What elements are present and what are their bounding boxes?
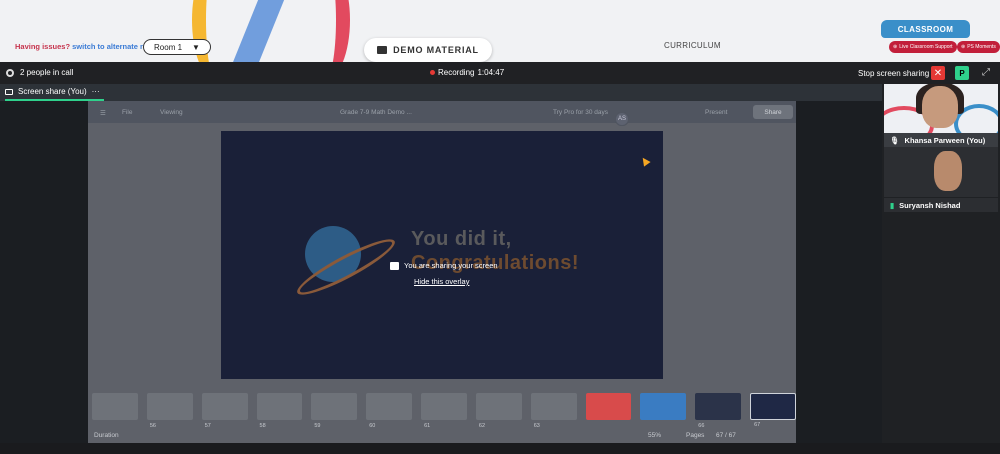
slide-thumbnail	[92, 393, 138, 420]
slide-thumbnail: 59	[311, 393, 358, 429]
try-pro-link: Try Pro for 30 days	[553, 109, 609, 116]
zoom-level: 55%	[648, 432, 662, 439]
participant-name: Khansa Parween (You)	[904, 135, 986, 145]
demo-material-label: DEMO MATERIAL	[393, 45, 479, 55]
viewing-mode: Viewing	[160, 109, 183, 116]
ps-moments-button[interactable]: ⊛ PS Moments	[957, 41, 1000, 53]
participants-panel: 🎙 Khansa Parween (You) ▮ Suryansh Nishad	[882, 84, 1000, 443]
slide-thumbnail: 66	[695, 393, 742, 429]
monitor-icon	[5, 88, 13, 95]
shared-screen: ☰ File Viewing Grade 7-9 Math Demo ... T…	[88, 101, 797, 443]
people-count: 2 people in call	[20, 68, 74, 77]
slide-thumbnail	[640, 393, 687, 420]
moments-icon: ⊛	[961, 44, 966, 50]
slide-thumbnail: 57	[201, 393, 248, 429]
gear-icon[interactable]	[6, 68, 14, 77]
slide-thumbnail	[585, 393, 632, 420]
call-bar: 2 people in call Recording 1:04:47 Stop …	[0, 62, 1000, 84]
ps-moments-label: PS Moments	[967, 44, 996, 50]
slide-thumbnail: 58	[256, 393, 303, 429]
screen-share-tab[interactable]: Screen share (You) ···	[5, 84, 104, 101]
support-icon: ⊛	[893, 44, 898, 50]
file-menu: File	[122, 109, 133, 116]
demo-material-button[interactable]: DEMO MATERIAL	[364, 38, 492, 62]
stop-sharing-label: Stop screen sharing	[858, 69, 930, 78]
shared-app-toolbar: ☰ File Viewing Grade 7-9 Math Demo ... T…	[88, 101, 796, 126]
p-button[interactable]: P	[955, 66, 969, 80]
page-counter: 67 / 67	[716, 432, 736, 439]
help-text: Having issues? switch to alternate room	[15, 42, 159, 51]
participant-label-other: ▮ Suryansh Nishad	[884, 198, 998, 212]
slide-thumbnail: 61	[421, 393, 467, 429]
hide-overlay-link[interactable]: Hide this overlay	[414, 277, 469, 286]
menu-icon: ☰	[100, 110, 106, 117]
record-dot-icon	[430, 70, 435, 75]
slide-thumbnail: 56	[146, 393, 193, 429]
participant-video-other	[884, 147, 998, 197]
slide-thumbnail: 62	[475, 393, 522, 429]
folder-icon	[377, 46, 388, 54]
sharing-overlay: You are sharing your screen	[390, 261, 498, 270]
duration-label: Duration	[94, 432, 119, 439]
bottom-bar	[0, 443, 1000, 454]
curriculum-link[interactable]: CURRICULUM	[664, 41, 721, 50]
shared-app-statusbar: Duration 55% Pages 67 / 67	[88, 427, 796, 443]
issue-prefix: Having issues?	[15, 42, 71, 51]
slide-thumbnail: 63	[530, 393, 577, 429]
slide-heading-line1: You did it,	[411, 228, 512, 250]
cursor-icon	[639, 155, 651, 167]
sharing-message: You are sharing your screen	[404, 261, 498, 270]
room-select[interactable]: Room 1 ▼	[143, 39, 211, 55]
screen-share-icon	[390, 261, 399, 270]
classroom-tab[interactable]: CLASSROOM	[881, 20, 970, 38]
screen-share-label: Screen share (You)	[18, 87, 87, 96]
mic-icon: ▮	[890, 200, 895, 210]
presentation-slide: You did it, Congratulations! You are sha…	[221, 131, 663, 379]
participant-label-self: 🎙 Khansa Parween (You)	[884, 133, 998, 147]
slide-thumbnail: 60	[366, 393, 413, 429]
slide-thumbnail-strip: 56 57 58 59 60 61 62 63 66 67	[88, 389, 797, 429]
video-face	[922, 86, 958, 128]
expand-icon[interactable]: ⤢	[982, 67, 990, 78]
top-banner: Having issues? switch to alternate room …	[0, 0, 1000, 62]
pages-button: Pages	[686, 432, 705, 439]
more-options-icon[interactable]: ···	[92, 87, 100, 96]
recording-time: 1:04:47	[477, 68, 505, 77]
live-support-label: Live Classroom Support	[899, 44, 953, 50]
slide-thumbnail: 67	[750, 393, 797, 428]
shared-app-share-button: Share	[753, 105, 793, 119]
live-support-button[interactable]: ⊛ Live Classroom Support	[889, 41, 957, 53]
doc-title: Grade 7-9 Math Demo ...	[340, 109, 412, 116]
avatar-initials: AS	[615, 112, 629, 126]
chevron-down-icon: ▼	[192, 42, 200, 52]
participant-name: Suryansh Nishad	[899, 200, 961, 210]
recording-indicator: Recording 1:04:47	[430, 68, 504, 77]
share-tab-bar: Screen share (You) ···	[0, 84, 882, 101]
decorative-arc-red	[300, 0, 350, 62]
video-face	[934, 151, 962, 191]
stop-sharing-button[interactable]: ✕	[931, 66, 945, 80]
recording-label: Recording	[438, 68, 475, 77]
present-button: Present	[705, 109, 728, 116]
room-label: Room 1	[154, 42, 183, 52]
mic-icon: 🎙	[890, 135, 900, 145]
